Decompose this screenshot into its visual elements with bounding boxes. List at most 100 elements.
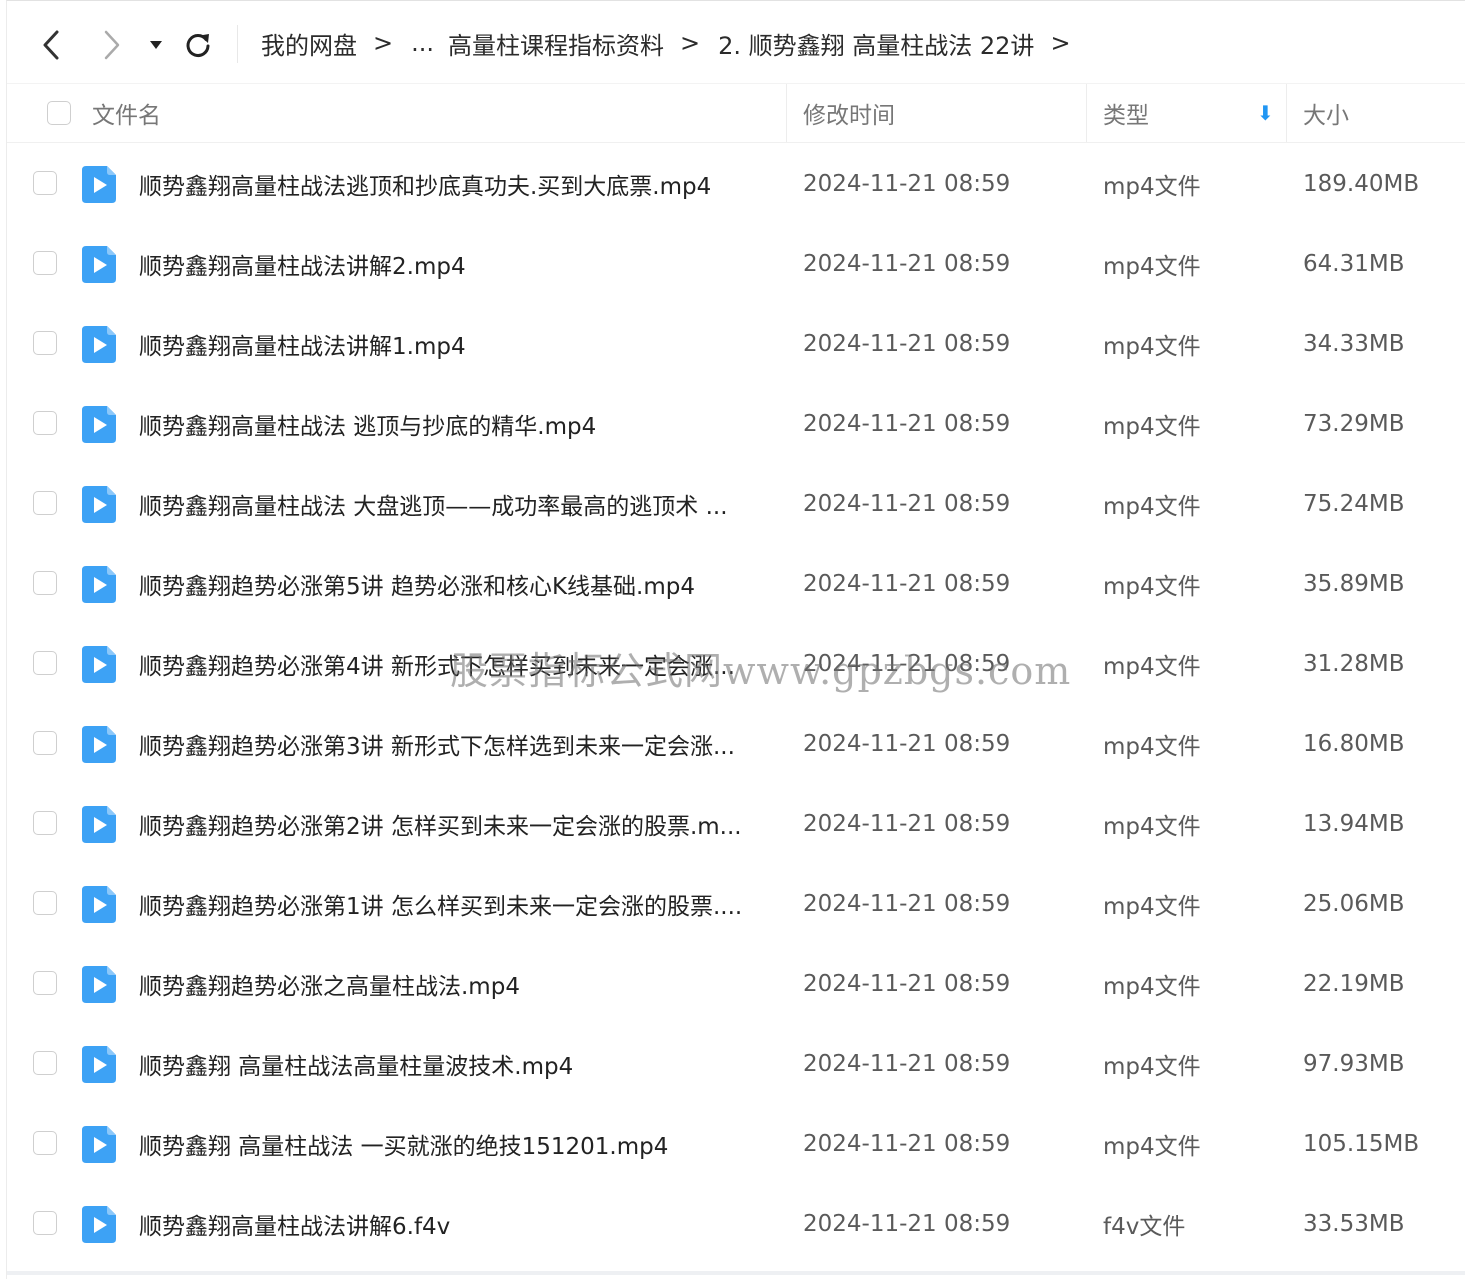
file-modified-time: 2024-11-21 08:59 [803,971,1011,997]
video-file-icon [82,966,116,1003]
file-row[interactable]: 顺势鑫翔趋势必涨第4讲 新形式下怎样买到未来一定会涨... 2024-11-21 … [7,624,1465,704]
breadcrumb-current[interactable]: 2. 顺势鑫翔 高量柱战法 22讲 [718,26,1034,61]
file-row[interactable]: 顺势鑫翔 高量柱战法高量柱量波技术.mp4 2024-11-21 08:59 mp4… [7,1024,1465,1104]
file-row[interactable]: 顺势鑫翔高量柱战法讲解2.mp4 2024-11-21 08:59 mp4文件 64.… [7,224,1465,304]
file-name[interactable]: 顺势鑫翔高量柱战法 大盘逃顶——成功率最高的逃顶术 ... [139,464,769,544]
breadcrumb-root[interactable]: 我的网盘 [261,26,357,61]
select-all-checkbox-cell [47,84,71,142]
file-checkbox[interactable] [33,251,57,275]
file-name[interactable]: 顺势鑫翔高量柱战法逃顶和抄底真功夫.买到大底票.mp4 [139,144,769,224]
file-checkbox[interactable] [33,891,57,915]
video-file-icon [82,886,116,923]
file-type: mp4文件 [1103,734,1201,760]
list-bottom-border [7,1271,1465,1275]
file-row[interactable]: 顺势鑫翔趋势必涨第5讲 趋势必涨和核心K线基础.mp4 2024-11-21 08… [7,544,1465,624]
file-row[interactable]: 顺势鑫翔高量柱战法 逃顶与抄底的精华.mp4 2024-11-21 08:59 mp… [7,384,1465,464]
forward-button[interactable] [94,25,130,65]
select-all-checkbox[interactable] [47,101,71,125]
video-file-icon [82,166,116,203]
file-modified-time: 2024-11-21 08:59 [803,171,1011,197]
file-checkbox[interactable] [33,571,57,595]
column-divider[interactable] [786,84,787,142]
file-checkbox[interactable] [33,731,57,755]
file-row[interactable]: 顺势鑫翔 高量柱战法 一买就涨的绝技151201.mp4 2024-11-21 0… [7,1104,1465,1184]
file-type: mp4文件 [1103,174,1201,200]
file-table-header: 文件名 修改时间 类型 ⬇ 大小 [7,83,1465,143]
file-checkbox[interactable] [33,331,57,355]
video-file-icon [82,566,116,603]
column-header-name[interactable]: 文件名 [92,84,161,142]
history-dropdown-button[interactable] [141,25,171,65]
video-file-icon [82,806,116,843]
file-name[interactable]: 顺势鑫翔 高量柱战法 一买就涨的绝技151201.mp4 [139,1104,769,1184]
file-name[interactable]: 顺势鑫翔高量柱战法 逃顶与抄底的精华.mp4 [139,384,769,464]
file-name[interactable]: 顺势鑫翔高量柱战法讲解6.f4v [139,1184,769,1264]
file-row[interactable]: 顺势鑫翔趋势必涨之高量柱战法.mp4 2024-11-21 08:59 mp4文件 2… [7,944,1465,1024]
breadcrumb-separator[interactable]: > [1050,29,1070,57]
chevron-left-icon [43,30,59,60]
file-size: 105.15MB [1303,1131,1420,1157]
file-type: mp4文件 [1103,974,1201,1000]
file-size: 31.28MB [1303,651,1405,677]
file-name[interactable]: 顺势鑫翔趋势必涨第1讲 怎么样买到未来一定会涨的股票.... [139,864,769,944]
back-button[interactable] [33,25,69,65]
file-row[interactable]: 顺势鑫翔趋势必涨第2讲 怎样买到未来一定会涨的股票.m... 2024-11-21… [7,784,1465,864]
refresh-icon [186,34,210,58]
refresh-button[interactable] [180,25,216,65]
file-type: mp4文件 [1103,494,1201,520]
file-type: mp4文件 [1103,814,1201,840]
file-checkbox[interactable] [33,411,57,435]
file-row[interactable]: 顺势鑫翔高量柱战法逃顶和抄底真功夫.买到大底票.mp4 2024-11-21 08… [7,144,1465,224]
file-checkbox[interactable] [33,1051,57,1075]
file-type: mp4文件 [1103,254,1201,280]
file-name[interactable]: 顺势鑫翔高量柱战法讲解2.mp4 [139,224,769,304]
video-file-icon [82,1046,116,1083]
file-type: mp4文件 [1103,414,1201,440]
file-size: 73.29MB [1303,411,1405,437]
file-name[interactable]: 顺势鑫翔趋势必涨第2讲 怎样买到未来一定会涨的股票.m... [139,784,769,864]
file-size: 33.53MB [1303,1211,1405,1237]
breadcrumb-parent[interactable]: 高量柱课程指标资料 [448,26,664,61]
file-checkbox[interactable] [33,1131,57,1155]
file-checkbox[interactable] [33,971,57,995]
file-type: mp4文件 [1103,1134,1201,1160]
file-name[interactable]: 顺势鑫翔高量柱战法讲解1.mp4 [139,304,769,384]
file-checkbox[interactable] [33,171,57,195]
file-modified-time: 2024-11-21 08:59 [803,731,1011,757]
file-row[interactable]: 顺势鑫翔高量柱战法 大盘逃顶——成功率最高的逃顶术 ... 2024-11-21 … [7,464,1465,544]
column-header-type[interactable]: 类型 [1103,84,1149,142]
breadcrumb-ellipsis[interactable]: ... [411,29,434,57]
column-divider[interactable] [1086,84,1087,142]
file-row[interactable]: 顺势鑫翔趋势必涨第3讲 新形式下怎样选到未来一定会涨... 2024-11-21 … [7,704,1465,784]
file-name[interactable]: 顺势鑫翔趋势必涨之高量柱战法.mp4 [139,944,769,1024]
file-row[interactable]: 顺势鑫翔趋势必涨第1讲 怎么样买到未来一定会涨的股票.... 2024-11-21… [7,864,1465,944]
column-header-size[interactable]: 大小 [1303,84,1349,142]
file-name[interactable]: 顺势鑫翔 高量柱战法高量柱量波技术.mp4 [139,1024,769,1104]
file-name[interactable]: 顺势鑫翔趋势必涨第3讲 新形式下怎样选到未来一定会涨... [139,704,769,784]
video-file-icon [82,486,116,523]
file-size: 64.31MB [1303,251,1405,277]
file-row[interactable]: 顺势鑫翔高量柱战法讲解6.f4v 2024-11-21 08:59 f4v文件 33.… [7,1184,1465,1264]
file-checkbox[interactable] [33,491,57,515]
file-modified-time: 2024-11-21 08:59 [803,1131,1011,1157]
file-modified-time: 2024-11-21 08:59 [803,811,1011,837]
caret-down-icon [150,41,162,49]
file-row[interactable]: 顺势鑫翔高量柱战法讲解1.mp4 2024-11-21 08:59 mp4文件 34.… [7,304,1465,384]
file-size: 97.93MB [1303,1051,1405,1077]
file-name[interactable]: 顺势鑫翔趋势必涨第4讲 新形式下怎样买到未来一定会涨... [139,624,769,704]
file-modified-time: 2024-11-21 08:59 [803,651,1011,677]
column-divider[interactable] [1286,84,1287,142]
file-type: mp4文件 [1103,334,1201,360]
file-browser-window: 我的网盘 > ... 高量柱课程指标资料 > 2. 顺势鑫翔 高量柱战法 22讲… [6,0,1465,1279]
file-checkbox[interactable] [33,1211,57,1235]
file-checkbox[interactable] [33,651,57,675]
file-checkbox[interactable] [33,811,57,835]
file-size: 34.33MB [1303,331,1405,357]
breadcrumb: 我的网盘 > ... 高量柱课程指标资料 > 2. 顺势鑫翔 高量柱战法 22讲… [261,23,1089,63]
video-file-icon [82,1206,116,1243]
file-modified-time: 2024-11-21 08:59 [803,251,1011,277]
file-type: mp4文件 [1103,894,1201,920]
sort-descending-icon[interactable]: ⬇ [1257,84,1274,142]
file-name[interactable]: 顺势鑫翔趋势必涨第5讲 趋势必涨和核心K线基础.mp4 [139,544,769,624]
column-header-modified[interactable]: 修改时间 [803,84,895,142]
